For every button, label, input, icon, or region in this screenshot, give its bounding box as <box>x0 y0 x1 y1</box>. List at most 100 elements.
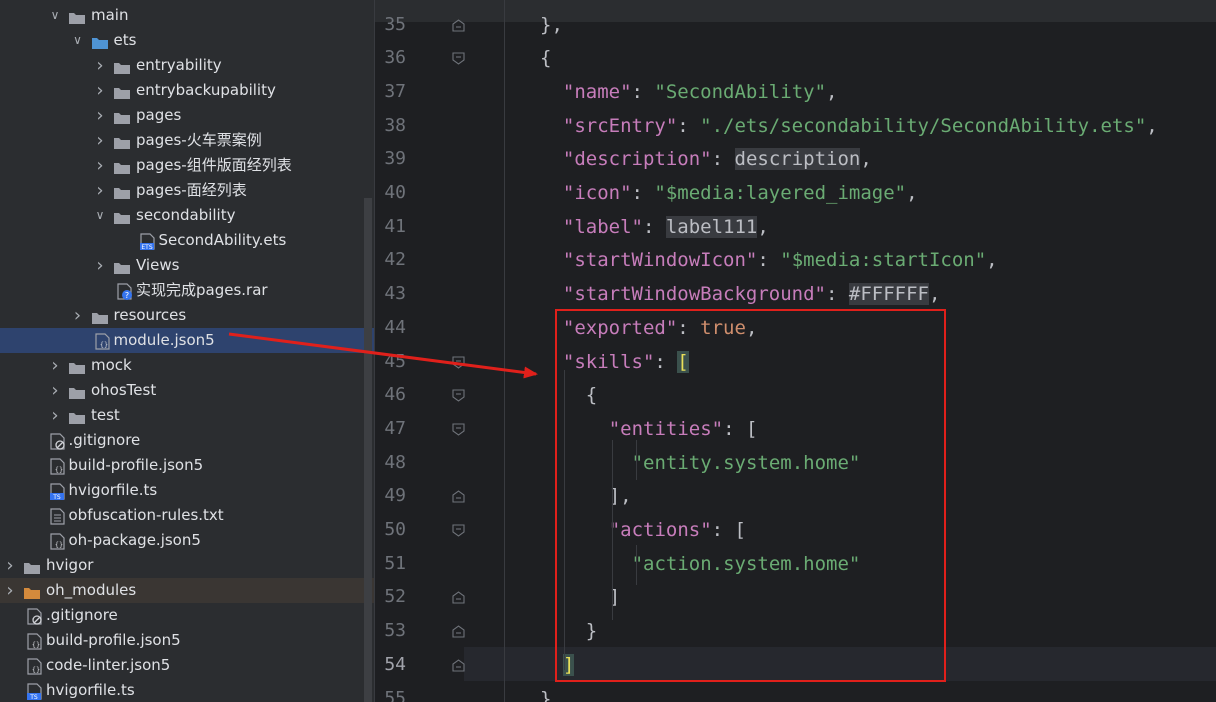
tree-item[interactable]: TS hvigorfile.ts <box>0 678 374 702</box>
code-token: } <box>585 620 598 643</box>
chevron-right-icon[interactable]: › <box>93 178 107 203</box>
code-token: "entity.system.home" <box>631 451 861 474</box>
fold-close-icon[interactable] <box>452 591 465 604</box>
project-tree[interactable]: ∨ main ∨ ets › entryability › entrybackupabilit… <box>0 0 374 702</box>
tree-item[interactable]: ∨ main <box>0 3 374 28</box>
tree-item[interactable]: {} code-linter.json5 <box>0 653 374 678</box>
tree-item[interactable]: ? 实现完成pages.rar <box>0 278 374 303</box>
tree-item-label: pages-火车票案例 <box>136 131 262 149</box>
svg-text:?: ? <box>125 291 129 300</box>
tree-item[interactable]: › resources <box>0 303 374 328</box>
code-line[interactable]: { <box>540 41 551 75</box>
tree-item[interactable]: {} build-profile.json5 <box>0 628 374 653</box>
code-line[interactable]: ] <box>609 580 620 614</box>
chevron-right-icon[interactable]: › <box>93 78 107 103</box>
chevron-down-icon[interactable]: ∨ <box>93 203 107 228</box>
fold-open-icon[interactable] <box>452 524 465 537</box>
project-tree-scrollbar[interactable] <box>364 198 372 702</box>
chevron-down-icon[interactable]: ∨ <box>71 28 85 53</box>
fold-open-icon[interactable] <box>452 389 465 402</box>
tree-item[interactable]: › oh_modules <box>0 578 374 603</box>
code-line[interactable]: "name": "SecondAbility", <box>563 75 838 109</box>
tree-item[interactable]: {} oh-package.json5 <box>0 528 374 553</box>
code-token: } <box>540 687 552 702</box>
tree-item[interactable]: {} module.json5 <box>0 328 374 353</box>
tree-item[interactable]: › pages-面经列表 <box>0 178 374 203</box>
gitignore-file-icon <box>27 608 45 625</box>
tree-item[interactable]: ∨ ets <box>0 28 374 53</box>
code-line[interactable]: "skills": [ <box>563 345 689 379</box>
fold-open-icon[interactable] <box>452 355 465 369</box>
code-line[interactable]: "srcEntry": "./ets/secondability/SecondA… <box>563 109 1158 143</box>
code-line[interactable]: } <box>586 614 597 648</box>
fold-close-icon[interactable] <box>452 659 465 672</box>
code-token: "action.system.home" <box>631 552 861 575</box>
tree-item[interactable]: › pages <box>0 103 374 128</box>
fold-open-icon[interactable] <box>452 52 465 65</box>
tree-item[interactable]: › mock <box>0 353 374 378</box>
tree-item[interactable]: ∨ secondability <box>0 203 374 228</box>
tree-item[interactable]: ETS SecondAbility.ets <box>0 228 374 253</box>
tree-item-label: hvigor <box>46 556 94 574</box>
code-line[interactable]: "label": label111, <box>563 210 769 244</box>
folder-icon <box>68 358 86 374</box>
tree-item[interactable]: obfuscation-rules.txt <box>0 503 374 528</box>
code-line[interactable]: { <box>586 378 597 412</box>
ets-file-icon: ETS <box>139 233 158 251</box>
tree-item[interactable]: {} build-profile.json5 <box>0 453 374 478</box>
chevron-down-icon[interactable]: ∨ <box>48 3 62 28</box>
tree-item-label: hvigorfile.ts <box>46 681 135 699</box>
code-token: , <box>860 148 872 171</box>
fold-close-icon[interactable] <box>452 490 465 503</box>
code-line[interactable]: }, <box>540 8 563 42</box>
tree-item-label: SecondAbility.ets <box>158 231 287 249</box>
code-line[interactable]: "actions": [ <box>609 513 746 547</box>
tree-item-label: mock <box>91 356 132 374</box>
tree-item[interactable]: .gitignore <box>0 428 374 453</box>
chevron-right-icon[interactable]: › <box>71 303 85 328</box>
code-token: , <box>757 215 769 238</box>
tree-item[interactable]: › hvigor <box>0 553 374 578</box>
chevron-right-icon[interactable]: › <box>93 103 107 128</box>
chevron-right-icon[interactable]: › <box>93 153 107 178</box>
tree-item[interactable]: › entrybackupability <box>0 78 374 103</box>
chevron-right-icon[interactable]: › <box>93 128 107 153</box>
chevron-right-icon[interactable]: › <box>48 353 62 378</box>
code-line[interactable]: "entity.system.home" <box>632 446 861 480</box>
code-line[interactable]: } <box>540 682 551 702</box>
folder-icon <box>113 258 131 274</box>
code-editor[interactable]: 35 36 37 38 39 40 41 42 43 44 45 46 47 48 49 50 51 52 53 54… <box>374 0 1216 702</box>
folder-icon <box>68 408 86 424</box>
tree-item[interactable]: .gitignore <box>0 603 374 628</box>
tree-item[interactable]: › Views <box>0 253 374 278</box>
fold-close-icon[interactable] <box>452 625 465 638</box>
fold-close-icon[interactable] <box>452 18 465 32</box>
chevron-right-icon[interactable]: › <box>93 53 107 78</box>
ts-file-icon: TS <box>49 483 68 501</box>
tree-item-label: build-profile.json5 <box>68 456 204 474</box>
code-token: , <box>906 182 918 204</box>
chevron-right-icon[interactable]: › <box>93 253 107 278</box>
fold-open-icon[interactable] <box>452 423 465 436</box>
chevron-right-icon[interactable]: › <box>3 578 17 603</box>
tree-item[interactable]: › entryability <box>0 53 374 78</box>
code-line[interactable]: "icon": "$media:layered_image", <box>563 176 918 210</box>
code-line[interactable]: "description": description, <box>563 142 872 176</box>
code-line[interactable]: "action.system.home" <box>632 547 861 581</box>
tree-item[interactable]: › ohosTest <box>0 378 374 403</box>
tree-item-label: build-profile.json5 <box>46 631 181 649</box>
tree-item[interactable]: TS hvigorfile.ts <box>0 478 374 503</box>
code-line[interactable]: "startWindowIcon": "$media:startIcon", <box>563 243 998 277</box>
code-line[interactable]: "exported": true, <box>563 311 758 345</box>
chevron-right-icon[interactable]: › <box>48 378 62 403</box>
code-line[interactable]: "startWindowBackground": #FFFFFF, <box>563 277 940 311</box>
folder-icon <box>23 558 41 574</box>
chevron-right-icon[interactable]: › <box>3 553 17 578</box>
chevron-right-icon[interactable]: › <box>48 403 62 428</box>
tree-item[interactable]: › pages-组件版面经列表 <box>0 153 374 178</box>
tree-item[interactable]: › pages-火车票案例 <box>0 128 374 153</box>
code-token: : <box>757 249 781 272</box>
code-token: "./ets/secondability/SecondAbility.ets" <box>700 114 1147 137</box>
tree-item[interactable]: › test <box>0 403 374 428</box>
code-line[interactable]: "entities": [ <box>609 412 758 446</box>
